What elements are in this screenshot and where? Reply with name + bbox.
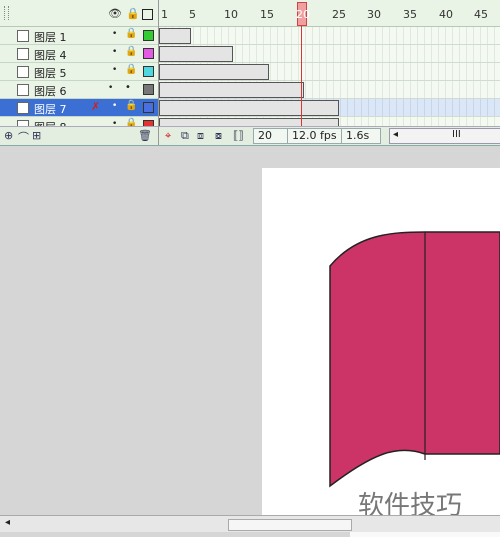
- current-frame-field: 20: [253, 128, 289, 144]
- layer-row[interactable]: 图层 6 • •: [0, 81, 158, 99]
- tween-span[interactable]: [159, 46, 233, 62]
- ruler-tick: 25: [332, 8, 346, 21]
- layer-row-selected[interactable]: 图层 7 ✗ • 🔒: [0, 99, 158, 117]
- frame-row[interactable]: [159, 27, 500, 45]
- layer-color-swatch[interactable]: [143, 30, 154, 41]
- add-layer-icon[interactable]: ⊕: [4, 129, 13, 142]
- layer-name: 图层 7: [34, 103, 67, 116]
- lock-icon[interactable]: 🔒: [125, 100, 137, 111]
- visibility-dot[interactable]: •: [112, 65, 117, 75]
- layer-icon: [17, 84, 29, 96]
- layer-color-swatch[interactable]: [143, 102, 154, 113]
- tween-span[interactable]: [159, 64, 269, 80]
- visibility-dot[interactable]: •: [112, 101, 117, 111]
- ruler-tick: 35: [403, 8, 417, 21]
- layer-row[interactable]: 图层 4 • 🔒: [0, 45, 158, 63]
- frame-row[interactable]: [159, 45, 500, 63]
- scroll-grip[interactable]: III: [452, 129, 461, 140]
- ruler-tick: 5: [189, 8, 196, 21]
- stage-horizontal-scrollbar[interactable]: ◂: [0, 515, 500, 532]
- lock-icon[interactable]: 🔒: [126, 7, 140, 20]
- frame-row[interactable]: [159, 81, 500, 99]
- trash-icon[interactable]: 🗑: [138, 129, 152, 142]
- layer-color-swatch[interactable]: [143, 66, 154, 77]
- fps-field[interactable]: 12.0 fps: [287, 128, 343, 144]
- lock-icon[interactable]: 🔒: [125, 28, 137, 39]
- layer-name: 图层 6: [34, 85, 67, 98]
- layer-color-swatch[interactable]: [143, 48, 154, 59]
- layer-name: 图层 5: [34, 67, 67, 80]
- playhead-line: [301, 26, 302, 126]
- frame-row[interactable]: [159, 63, 500, 81]
- layer-icon: [17, 48, 29, 60]
- frame-row-selected[interactable]: [159, 99, 500, 117]
- layer-toolbar: ⊕ ⌒ ⊞ 🗑: [0, 126, 158, 145]
- ruler-tick: 10: [224, 8, 238, 21]
- timeline-scrollbar[interactable]: ◂ III: [389, 128, 500, 144]
- layer-list: 👁 🔒 图层 1 • 🔒 图层 4 • 🔒 图层 5 • 🔒 图层 6 • • …: [0, 0, 159, 145]
- ruler-tick: 15: [260, 8, 274, 21]
- frame-area: 1 5 10 15 20 25 30 35 40 45 ⌖ ⧉ ⧈ ⧇ ⟦⟧ 2…: [159, 0, 500, 145]
- add-folder-icon[interactable]: ⊞: [32, 129, 41, 142]
- visibility-dot[interactable]: •: [112, 47, 117, 57]
- layer-header: 👁 🔒: [0, 0, 158, 27]
- layer-icon: [17, 30, 29, 42]
- lock-icon[interactable]: 🔒: [125, 46, 137, 57]
- timeline-status-bar: ⌖ ⧉ ⧈ ⧇ ⟦⟧ 20 12.0 fps 1.6s ◂ III: [159, 126, 500, 145]
- scroll-left-icon[interactable]: ◂: [5, 517, 10, 528]
- timeline-panel: 👁 🔒 图层 1 • 🔒 图层 4 • 🔒 图层 5 • 🔒 图层 6 • • …: [0, 0, 500, 146]
- tween-span[interactable]: [159, 100, 339, 116]
- modify-markers-icon[interactable]: ⟦⟧: [233, 129, 244, 142]
- layer-icon: [17, 66, 29, 78]
- lock-icon[interactable]: 🔒: [125, 64, 137, 75]
- tween-span[interactable]: [159, 82, 304, 98]
- lock-icon[interactable]: •: [125, 82, 131, 93]
- onion-outline-icon[interactable]: ⧈: [197, 129, 204, 143]
- outline-icon[interactable]: [142, 9, 153, 20]
- panel-grip[interactable]: [4, 6, 9, 20]
- frame-ruler[interactable]: 1 5 10 15 20 25 30 35 40 45: [159, 0, 500, 27]
- onion-skin-icon[interactable]: ⧉: [181, 129, 189, 143]
- ruler-tick: 1: [161, 8, 168, 21]
- ruler-tick: 20: [296, 8, 310, 21]
- visibility-dot[interactable]: •: [108, 83, 113, 93]
- scroll-left-icon[interactable]: ◂: [393, 129, 398, 140]
- visibility-dot[interactable]: •: [112, 29, 117, 39]
- eye-icon[interactable]: 👁: [108, 7, 122, 20]
- layer-color-swatch[interactable]: [143, 84, 154, 95]
- ruler-tick: 40: [439, 8, 453, 21]
- ruler-tick: 30: [367, 8, 381, 21]
- layer-name: 图层 4: [34, 49, 67, 62]
- ruler-tick: 45: [474, 8, 488, 21]
- layer-name: 图层 1: [34, 31, 67, 44]
- add-guide-layer-icon[interactable]: ⌒: [18, 129, 29, 145]
- layer-row[interactable]: 图层 1 • 🔒: [0, 27, 158, 45]
- layer-row[interactable]: 图层 5 • 🔒: [0, 63, 158, 81]
- elapsed-time-field: 1.6s: [341, 128, 381, 144]
- scroll-thumb[interactable]: [228, 519, 352, 531]
- stage-area: 软件技巧 ◂: [0, 146, 500, 537]
- center-frame-icon[interactable]: ⌖: [165, 129, 171, 143]
- layer-icon: [17, 102, 29, 114]
- tween-span[interactable]: [159, 28, 191, 44]
- shape-fill[interactable]: [329, 231, 500, 488]
- pencil-crossed-icon: ✗: [91, 100, 101, 113]
- edit-multiple-frames-icon[interactable]: ⧇: [215, 129, 222, 143]
